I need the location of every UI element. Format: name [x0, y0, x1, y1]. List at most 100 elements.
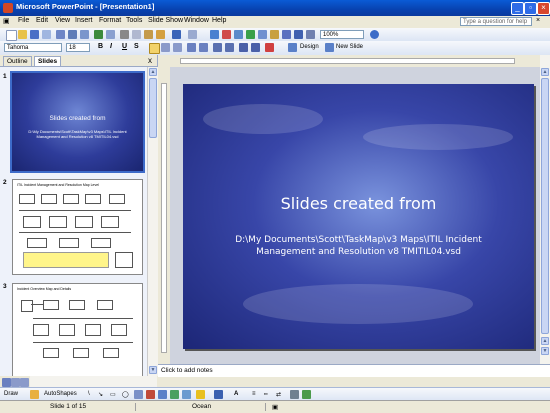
- menu-view[interactable]: View: [55, 17, 70, 24]
- insert-diagram-icon[interactable]: [258, 30, 267, 39]
- spelling-icon[interactable]: [94, 30, 103, 39]
- maximize-button[interactable]: ▫: [524, 2, 537, 15]
- fill-color-icon[interactable]: [196, 390, 205, 399]
- close-pane-icon[interactable]: x: [148, 56, 152, 65]
- design-icon[interactable]: [288, 43, 297, 52]
- wordart-icon[interactable]: [146, 390, 155, 399]
- permission-icon[interactable]: [42, 30, 51, 39]
- font-color-icon[interactable]: [265, 43, 274, 52]
- align-center-icon[interactable]: [161, 43, 170, 52]
- arrow-style-icon[interactable]: ⇄: [276, 391, 281, 398]
- scroll-up-arrow[interactable]: ▲: [149, 68, 157, 76]
- tab-outline[interactable]: Outline: [3, 56, 32, 66]
- print-icon[interactable]: [68, 30, 77, 39]
- email-icon[interactable]: [56, 30, 65, 39]
- print-preview-icon[interactable]: [80, 30, 89, 39]
- scroll-down-arrow[interactable]: ▼: [149, 366, 157, 374]
- menu-help[interactable]: Help: [212, 17, 226, 24]
- insert-table-icon[interactable]: [234, 30, 243, 39]
- help-search-input[interactable]: Type a question for help: [460, 17, 532, 26]
- next-slide-arrow[interactable]: ▼: [541, 347, 549, 355]
- menu-slide-show[interactable]: Slide Show: [148, 17, 183, 24]
- decrease-indent-icon[interactable]: [239, 43, 248, 52]
- font-color-icon[interactable]: A: [234, 391, 238, 397]
- oval-icon[interactable]: ◯: [122, 391, 129, 398]
- undo-icon[interactable]: [172, 30, 181, 39]
- shadow-style-icon[interactable]: [290, 390, 299, 399]
- clipart-icon[interactable]: [170, 390, 179, 399]
- shadow-button[interactable]: S: [134, 43, 139, 50]
- expand-all-icon[interactable]: [282, 30, 291, 39]
- line-style-icon[interactable]: ≡: [252, 391, 256, 397]
- align-left-icon[interactable]: [149, 43, 160, 54]
- menu-window[interactable]: Window: [184, 17, 209, 24]
- slide-thumbnail-1[interactable]: Slides created from D:\My Documents\Scot…: [10, 71, 145, 173]
- help-icon[interactable]: [370, 30, 379, 39]
- rectangle-icon[interactable]: ▭: [110, 391, 116, 398]
- bold-button[interactable]: B: [98, 43, 103, 50]
- increase-indent-icon[interactable]: [251, 43, 260, 52]
- slide-title[interactable]: Slides created from: [183, 194, 534, 213]
- copy-icon[interactable]: [132, 30, 141, 39]
- research-icon[interactable]: [106, 30, 115, 39]
- slide-sorter-icon[interactable]: [11, 378, 20, 387]
- line-icon[interactable]: \: [88, 391, 90, 397]
- new-slide-button[interactable]: New Slide: [336, 44, 363, 50]
- insert-chart-icon[interactable]: [222, 30, 231, 39]
- horizontal-scrollbar[interactable]: [30, 376, 157, 387]
- design-button[interactable]: Design: [300, 44, 319, 50]
- new-slide-icon[interactable]: [325, 43, 334, 52]
- notes-pane[interactable]: Click to add notes: [158, 364, 550, 377]
- font-select[interactable]: Tahoma: [4, 43, 62, 52]
- spelling-status-icon[interactable]: ▣: [272, 403, 278, 411]
- menu-edit[interactable]: Edit: [36, 17, 48, 24]
- save-icon[interactable]: [30, 30, 39, 39]
- zoom-select[interactable]: 100%: [320, 30, 364, 39]
- slide-show-icon[interactable]: [20, 378, 29, 387]
- open-icon[interactable]: [18, 30, 27, 39]
- normal-view-icon[interactable]: [2, 378, 11, 387]
- tab-slides[interactable]: Slides: [34, 56, 62, 66]
- select-objects-icon[interactable]: [30, 390, 39, 399]
- show-formatting-icon[interactable]: [294, 30, 303, 39]
- draw-menu[interactable]: Draw: [4, 391, 18, 397]
- autoshapes-menu[interactable]: AutoShapes: [44, 391, 77, 397]
- menu-insert[interactable]: Insert: [75, 17, 93, 24]
- arrow-icon[interactable]: ↘: [98, 391, 103, 398]
- line-color-icon[interactable]: [214, 390, 223, 399]
- close-document-icon[interactable]: ×: [536, 17, 540, 24]
- wordart-icon[interactable]: [270, 30, 279, 39]
- slide-subtitle[interactable]: D:\My Documents\Scott\TaskMap\v3 Maps\IT…: [223, 234, 494, 258]
- slide-thumbnail-3[interactable]: Incident Overview Map and Details: [12, 283, 143, 376]
- menu-tools[interactable]: Tools: [126, 17, 142, 24]
- italic-button[interactable]: I: [110, 43, 112, 50]
- bullets-icon[interactable]: [199, 43, 208, 52]
- powerpoint-app-icon[interactable]: [3, 3, 13, 13]
- menu-format[interactable]: Format: [99, 17, 121, 24]
- slide-scrollbar[interactable]: ▲ ▲ ▼: [540, 55, 550, 364]
- align-right-icon[interactable]: [173, 43, 182, 52]
- textbox-icon[interactable]: [134, 390, 143, 399]
- 3d-style-icon[interactable]: [302, 390, 311, 399]
- thumbnail-scrollbar[interactable]: ▲ ▼: [147, 67, 158, 376]
- dash-style-icon[interactable]: ┅: [264, 391, 268, 398]
- grid-icon[interactable]: [306, 30, 315, 39]
- redo-icon[interactable]: [188, 30, 197, 39]
- numbering-icon[interactable]: [187, 43, 196, 52]
- underline-button[interactable]: U: [122, 43, 127, 50]
- hyperlink-icon[interactable]: [210, 30, 219, 39]
- diagram-icon[interactable]: [158, 390, 167, 399]
- decrease-font-icon[interactable]: [225, 43, 234, 52]
- tables-borders-icon[interactable]: [246, 30, 255, 39]
- new-icon[interactable]: [6, 30, 17, 41]
- picture-icon[interactable]: [182, 390, 191, 399]
- format-painter-icon[interactable]: [156, 30, 165, 39]
- slide-thumbnail-2[interactable]: ITIL Incident Management and Resolution …: [12, 179, 143, 275]
- previous-slide-arrow[interactable]: ▲: [541, 337, 549, 345]
- menu-icon[interactable]: ▣: [3, 17, 10, 25]
- menu-file[interactable]: File: [18, 17, 29, 24]
- paste-icon[interactable]: [144, 30, 153, 39]
- scroll-thumb[interactable]: [541, 78, 549, 334]
- scroll-thumb[interactable]: [149, 78, 157, 138]
- cut-icon[interactable]: [120, 30, 129, 39]
